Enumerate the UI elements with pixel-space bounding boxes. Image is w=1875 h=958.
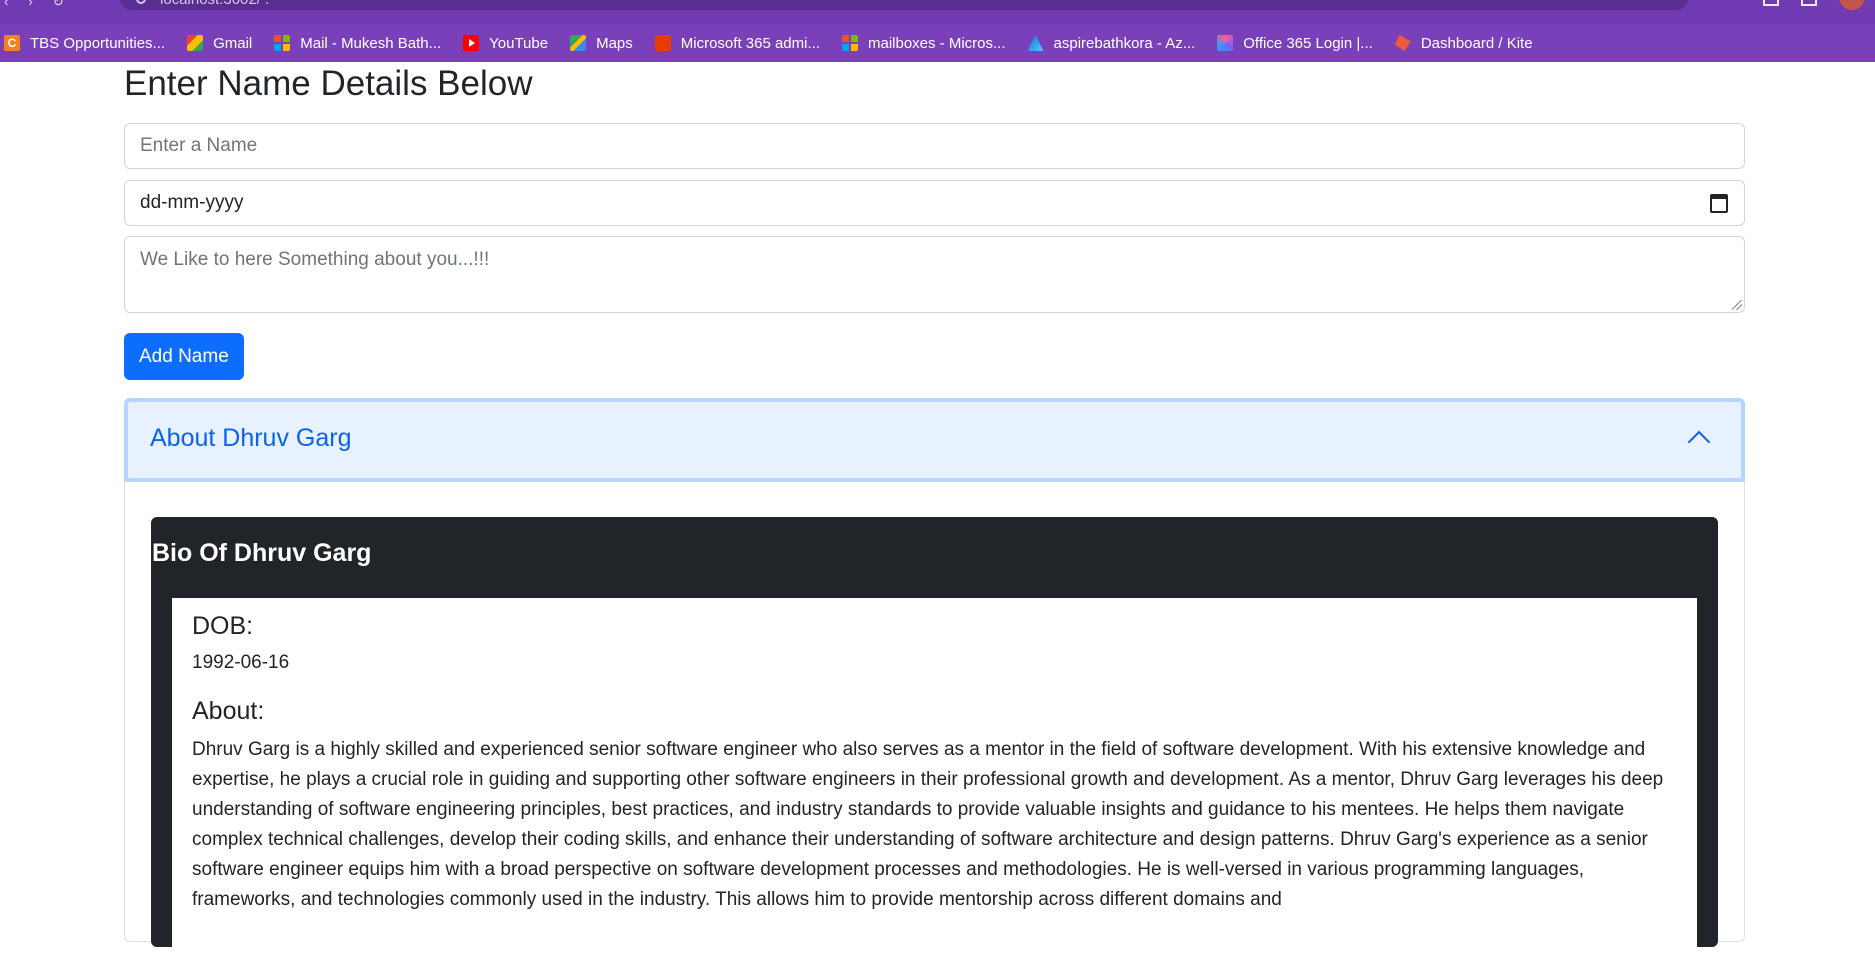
- page-title: Enter Name Details Below: [124, 64, 533, 103]
- maps-icon: [570, 35, 587, 51]
- address-bar[interactable]: localhost:3002/ .: [120, 0, 1688, 10]
- office365-icon: [1217, 35, 1234, 51]
- add-name-button[interactable]: Add Name: [124, 333, 244, 380]
- bookmark-maps[interactable]: Maps: [570, 35, 633, 52]
- bio-card-body: DOB: 1992-06-16 About: Dhruv Garg is a h…: [172, 598, 1697, 958]
- microsoft-icon: [274, 35, 291, 51]
- chevron-up-icon: [1687, 430, 1711, 454]
- kite-icon: [1394, 35, 1411, 51]
- back-icon[interactable]: ‹: [4, 0, 8, 10]
- tbs-c-icon: C: [4, 35, 20, 51]
- youtube-icon: [463, 35, 480, 51]
- browser-actions: [1763, 0, 1865, 10]
- main-container: Enter Name Details Below dd-mm-yyyy We L…: [124, 62, 1745, 958]
- gmail-icon: [187, 35, 204, 51]
- accordion-header-title: About Dhruv Garg: [150, 424, 352, 452]
- dob-value: 1992-06-16: [192, 652, 290, 673]
- bookmark-kite[interactable]: Dashboard / Kite: [1394, 35, 1533, 52]
- azure-icon: [1027, 35, 1044, 51]
- site-info-icon[interactable]: [136, 0, 146, 4]
- cast-icon[interactable]: [1801, 0, 1817, 6]
- bookmark-m365-admin[interactable]: Microsoft 365 admi...: [654, 35, 820, 52]
- about-textarea[interactable]: We Like to here Something about you...!!…: [124, 236, 1745, 313]
- bookmark-o365-login[interactable]: Office 365 Login |...: [1217, 35, 1373, 52]
- office-icon: [654, 35, 671, 51]
- name-input[interactable]: [124, 123, 1745, 169]
- dob-date-input[interactable]: dd-mm-yyyy: [124, 180, 1745, 226]
- extension-icon[interactable]: [1763, 0, 1779, 6]
- bookmark-youtube[interactable]: YouTube: [463, 35, 548, 52]
- accordion-body: Bio Of Dhruv Garg DOB: 1992-06-16 About:…: [125, 481, 1744, 958]
- bookmarks-bar: C TBS Opportunities... Gmail Mail - Mukes…: [0, 24, 1875, 62]
- profile-avatar[interactable]: [1839, 0, 1865, 10]
- accordion-header-button[interactable]: About Dhruv Garg: [124, 398, 1745, 482]
- reload-icon[interactable]: ↻: [53, 0, 64, 10]
- bio-card-title: Bio Of Dhruv Garg: [152, 539, 372, 567]
- bookmark-azure[interactable]: aspirebathkora - Az...: [1027, 35, 1195, 52]
- calendar-icon[interactable]: [1710, 194, 1728, 213]
- accordion: About Dhruv Garg Bio Of Dhruv Garg DOB: …: [124, 398, 1745, 958]
- browser-toolbar: ‹ › ↻ localhost:3002/ .: [0, 0, 1875, 24]
- address-text: localhost:3002/ .: [160, 0, 269, 8]
- about-textarea-placeholder: We Like to here Something about you...!!…: [140, 249, 490, 270]
- forward-icon[interactable]: ›: [28, 0, 32, 10]
- bookmark-mailboxes[interactable]: mailboxes - Micros...: [841, 35, 1006, 52]
- bookmark-gmail[interactable]: Gmail: [187, 35, 252, 52]
- about-label: About:: [192, 697, 265, 725]
- bookmark-tbs[interactable]: C TBS Opportunities...: [4, 35, 165, 52]
- bio-card: Bio Of Dhruv Garg DOB: 1992-06-16 About:…: [151, 517, 1718, 958]
- nav-buttons: ‹ › ↻: [0, 0, 64, 10]
- about-text: Dhruv Garg is a highly skilled and exper…: [192, 739, 1664, 910]
- dob-label: DOB:: [192, 612, 254, 640]
- date-input-value: dd-mm-yyyy: [140, 192, 244, 213]
- bookmark-mail[interactable]: Mail - Mukesh Bath...: [274, 35, 441, 52]
- microsoft-icon: [841, 35, 858, 51]
- resize-handle-icon[interactable]: [1732, 300, 1742, 310]
